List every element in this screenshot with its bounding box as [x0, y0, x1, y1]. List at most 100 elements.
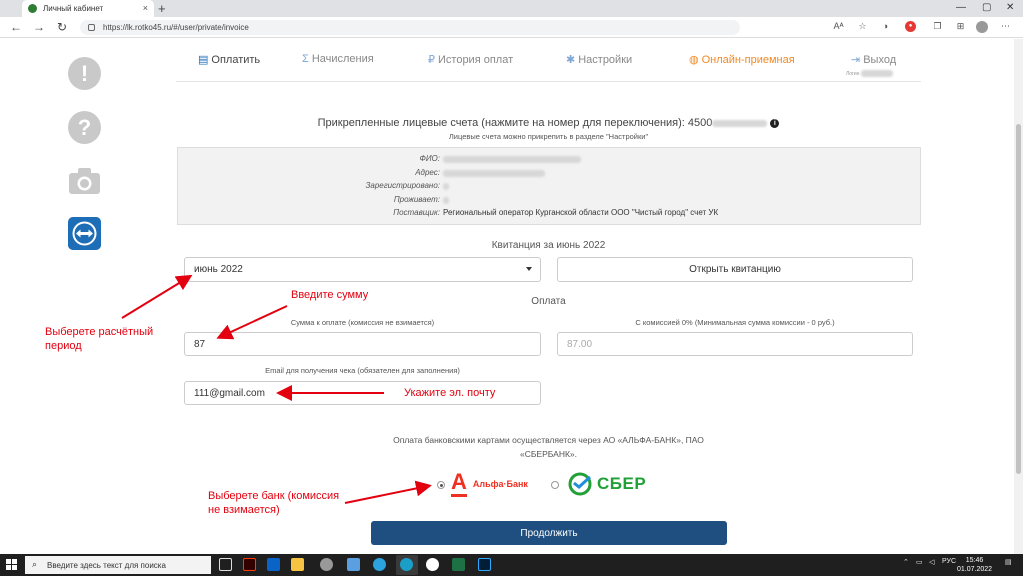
- volume-icon[interactable]: ◁: [929, 558, 934, 566]
- gear-icon: ✱: [566, 54, 576, 66]
- lock-icon: [88, 24, 95, 31]
- app-icon[interactable]: [347, 558, 360, 571]
- photoshop-icon[interactable]: [478, 558, 491, 571]
- info-label: Проживает:: [393, 195, 440, 204]
- favorite-star-icon[interactable]: ☆: [857, 21, 868, 32]
- teamviewer-icon[interactable]: [68, 217, 101, 250]
- period-value: июнь 2022: [194, 264, 243, 275]
- sber-radio[interactable]: [551, 481, 559, 489]
- sber-check-icon: [568, 472, 592, 496]
- open-invoice-button[interactable]: Открыть квитанцию: [557, 257, 913, 282]
- amount-label: Сумма к оплате (комиссия не взимается): [290, 318, 435, 327]
- profile-avatar[interactable]: [976, 21, 988, 33]
- sber-name: СБЕР: [597, 474, 647, 493]
- info-row-registered: Зарегистрировано:: [178, 181, 922, 194]
- minimize-icon[interactable]: —: [956, 2, 966, 13]
- nav-pay-label: Оплатить: [211, 53, 261, 66]
- login-redacted: [860, 70, 893, 77]
- commission-input: 87.00: [557, 332, 913, 356]
- taskbar-search[interactable]: ⌕ Введите здесь текст для поиска: [25, 556, 211, 574]
- info-row-address: Адрес:: [178, 168, 922, 181]
- alfa-bank-radio[interactable]: [437, 481, 445, 489]
- windows-start-icon[interactable]: [6, 559, 17, 570]
- nav-settings-label: Настройки: [578, 53, 633, 66]
- edge-icon[interactable]: [400, 558, 413, 571]
- file-explorer-icon[interactable]: [291, 558, 304, 571]
- nav-payment-history-label: История оплат: [438, 53, 514, 66]
- url-text: https://lk.rotko45.ru/#/user/private/inv…: [103, 23, 249, 32]
- attached-accounts-text: Прикрепленные лицевые счета (нажмите на …: [317, 117, 713, 129]
- info-value-redacted: [443, 183, 449, 190]
- tab-title: Личный кабинет: [43, 4, 104, 13]
- camera-icon[interactable]: [68, 167, 101, 195]
- search-icon: ⌕: [32, 559, 38, 569]
- collections-icon[interactable]: ❐: [932, 21, 943, 32]
- annotation-bank: Выберете банк (комиссия не взимается): [208, 490, 340, 516]
- extension-abp-icon[interactable]: ●: [905, 21, 916, 32]
- maximize-icon[interactable]: ▢: [982, 2, 991, 13]
- window-close-icon[interactable]: ✕: [1006, 2, 1014, 13]
- payment-title: Оплата: [531, 296, 566, 307]
- page-scrollbar[interactable]: [1014, 39, 1023, 554]
- info-value-supplier: Региональный оператор Курганской области…: [443, 208, 719, 217]
- amount-value: 87: [194, 338, 206, 350]
- address-bar[interactable]: https://lk.rotko45.ru/#/user/private/inv…: [80, 20, 740, 35]
- tray-chevron-icon[interactable]: ⌃: [903, 558, 909, 566]
- info-label: Зарегистрировано:: [365, 181, 440, 190]
- continue-button[interactable]: Продолжить: [371, 521, 727, 545]
- account-info-box: ФИО: Адрес: Зарегистрировано: Проживает:…: [177, 147, 921, 225]
- extensions-icon[interactable]: ⊞: [955, 21, 966, 32]
- account-number-redacted[interactable]: [712, 119, 768, 127]
- more-menu-icon[interactable]: ⋯: [1000, 21, 1011, 32]
- nav-logout[interactable]: ⇥ Выход: [851, 53, 897, 67]
- login-info: Логин: [846, 70, 893, 77]
- alert-icon[interactable]: !: [68, 57, 101, 90]
- nav-settings[interactable]: ✱ Настройки: [566, 53, 633, 67]
- logout-icon: ⇥: [851, 54, 861, 66]
- clock-time: 15:46: [965, 557, 984, 564]
- nav-charges[interactable]: Σ Начисления: [302, 53, 374, 65]
- nav-pay[interactable]: ▤ Оплатить: [198, 53, 261, 67]
- commission-label: С комиссией 0% (Минимальная сумма комисс…: [635, 318, 835, 327]
- new-tab-button[interactable]: +: [158, 1, 166, 16]
- yandex-browser-icon[interactable]: [426, 558, 439, 571]
- telegram-icon[interactable]: [373, 558, 386, 571]
- info-row-supplier: Поставщик: Региональный оператор Курганс…: [178, 208, 922, 221]
- taskbar-clock[interactable]: 15:46 01.07.2022: [957, 556, 992, 574]
- info-label: Адрес:: [415, 168, 440, 177]
- info-row-resides: Проживает:: [178, 195, 922, 208]
- browser-tab[interactable]: Личный кабинет ×: [22, 0, 154, 17]
- taskbar-search-placeholder: Введите здесь текст для поиска: [47, 560, 166, 570]
- nav-logout-label: Выход: [863, 53, 897, 66]
- nav-online-reception[interactable]: ◍ Онлайн-приемная: [689, 53, 795, 67]
- help-icon[interactable]: ?: [68, 111, 101, 144]
- caret-down-icon: [526, 267, 532, 271]
- info-icon[interactable]: i: [770, 118, 780, 128]
- reader-mode-icon[interactable]: Aᴬ: [833, 21, 844, 32]
- tab-close-icon[interactable]: ×: [143, 3, 148, 13]
- back-arrow-icon[interactable]: ←: [10, 20, 22, 34]
- app-icon[interactable]: [320, 558, 333, 571]
- scrollbar-thumb[interactable]: [1016, 124, 1021, 474]
- task-view-icon[interactable]: [219, 558, 232, 571]
- excel-icon[interactable]: [452, 558, 465, 571]
- email-label: Email для получения чека (обязателен для…: [265, 366, 460, 375]
- annotation-amount: Введите сумму: [291, 289, 369, 301]
- illustrator-icon[interactable]: [243, 558, 256, 571]
- network-icon[interactable]: ▭: [916, 558, 923, 566]
- alfa-bank-logo[interactable]: А Альфа·Банк: [451, 471, 528, 497]
- outlook-icon[interactable]: [267, 558, 280, 571]
- nav-payment-history[interactable]: ₽ История оплат: [428, 53, 514, 67]
- info-label: ФИО:: [419, 154, 440, 163]
- forward-arrow-icon[interactable]: →: [33, 20, 45, 34]
- amount-input[interactable]: 87: [184, 332, 541, 356]
- notifications-icon[interactable]: ▤: [1005, 558, 1012, 566]
- language-indicator[interactable]: РУС: [942, 558, 956, 565]
- adblock-icon[interactable]: ◑: [880, 21, 891, 32]
- annotation-email: Укажите эл. почту: [404, 387, 496, 399]
- sber-logo[interactable]: СБЕР: [568, 472, 646, 496]
- attached-accounts-hint: Лицевые счета можно прикрепить в разделе…: [448, 132, 649, 141]
- reload-icon[interactable]: ↻: [57, 20, 67, 34]
- period-select[interactable]: июнь 2022: [184, 257, 541, 282]
- arrow-bank: [344, 480, 432, 504]
